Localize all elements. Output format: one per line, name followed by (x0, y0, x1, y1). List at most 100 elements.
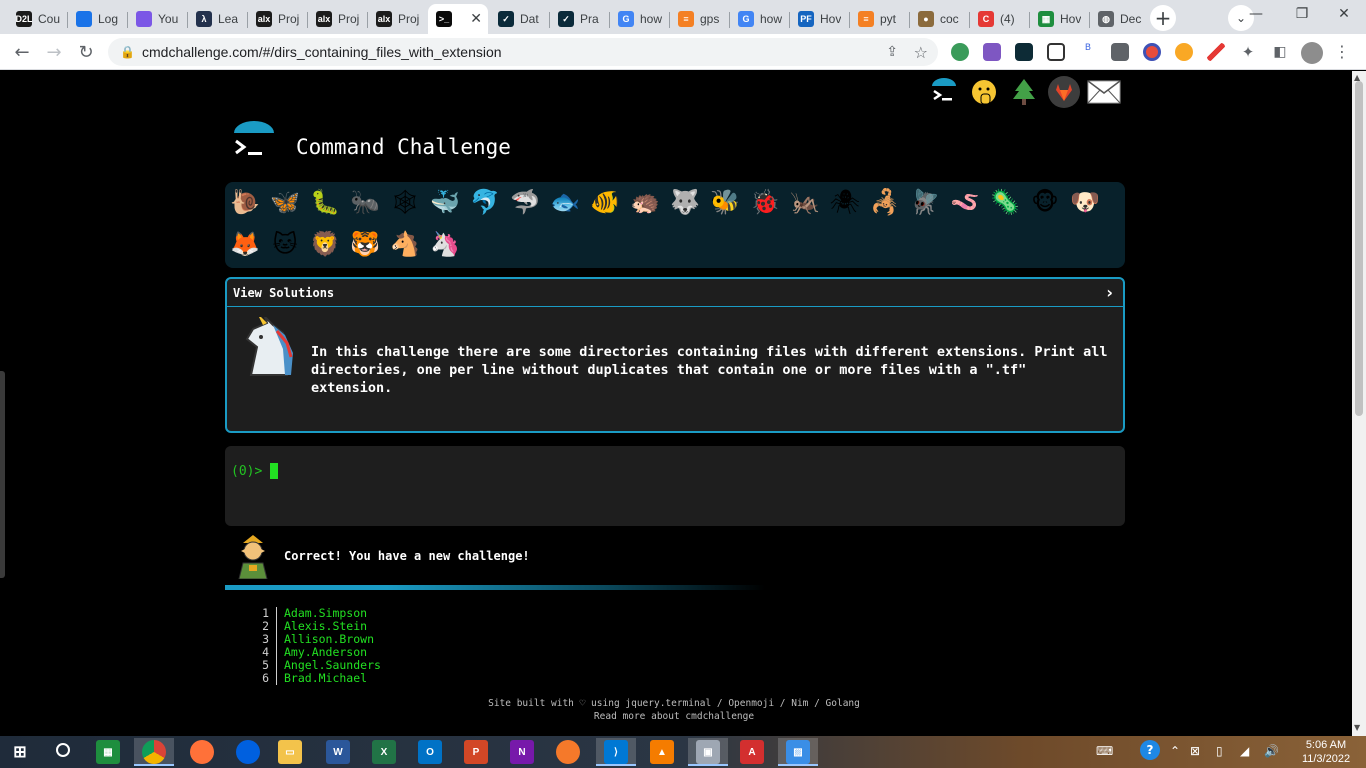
browser-tab[interactable]: alx Proj (248, 4, 308, 34)
extension-orange-icon[interactable] (1175, 43, 1193, 61)
challenge-emoji-icon[interactable]: 🐯 (347, 226, 383, 262)
challenge-emoji-icon[interactable]: 🐴 (387, 226, 423, 262)
side-panel-icon[interactable]: ◧ (1268, 40, 1292, 64)
side-handle[interactable] (0, 371, 5, 578)
bookmark-star-icon[interactable]: ☆ (914, 43, 928, 62)
vlc-app-icon[interactable]: ▲ (650, 740, 674, 764)
scroll-down-icon[interactable]: ▼ (1354, 723, 1360, 732)
extension-color-icon[interactable] (1143, 43, 1161, 61)
chrome-menu-icon[interactable]: ⋮ (1334, 42, 1350, 61)
hand-over-mouth-icon[interactable] (967, 75, 1001, 109)
challenge-emoji-icon[interactable]: 🐶 (1067, 184, 1103, 220)
firefox-app-icon[interactable] (190, 740, 214, 764)
minimize-button[interactable]: — (1234, 0, 1278, 28)
terminal-input-area[interactable]: (0)> (225, 446, 1125, 526)
keyboard-icon[interactable]: ⌨ (1096, 744, 1113, 758)
footer-read-more-link[interactable]: Read more about cmdchallenge (374, 710, 974, 723)
powerpoint-app-icon[interactable]: P (464, 740, 488, 764)
challenge-emoji-icon[interactable]: 🐌 (227, 184, 263, 220)
browser-tab[interactable]: Log (68, 4, 128, 34)
photos-app-icon[interactable]: ▨ (786, 740, 810, 764)
extension-b-icon[interactable]: B (1079, 43, 1097, 61)
challenge-emoji-icon[interactable]: 🐟 (547, 184, 583, 220)
challenge-emoji-icon[interactable]: 🐱 (267, 226, 303, 262)
network-status-icon[interactable]: ⊠ (1190, 744, 1200, 758)
reload-icon[interactable]: ↻ (74, 40, 98, 64)
browser-tab[interactable]: alx Proj (368, 4, 428, 34)
challenge-emoji-icon[interactable]: 🐬 (467, 184, 503, 220)
challenge-emoji-icon[interactable]: 🐳 (427, 184, 463, 220)
browser-tab[interactable]: ≡ gps (670, 4, 730, 34)
challenge-emoji-icon[interactable]: 🦔 (627, 184, 663, 220)
extension-pen-icon[interactable] (1207, 43, 1225, 61)
search-icon[interactable] (56, 743, 70, 757)
maximize-button[interactable]: ❐ (1280, 0, 1324, 28)
extension-globe-icon[interactable] (951, 43, 969, 61)
tray-chevron-icon[interactable]: ⌃ (1170, 744, 1180, 758)
challenge-emoji-icon[interactable]: 🕷 (827, 184, 863, 220)
chevron-right-icon[interactable]: › (1106, 283, 1113, 302)
browser-tab[interactable]: PF Hov (790, 4, 850, 34)
challenge-emoji-icon[interactable]: 🐜 (347, 184, 383, 220)
browser-tab[interactable]: You (128, 4, 188, 34)
vscode-app-icon[interactable]: ⟩ (604, 740, 628, 764)
browser-tab[interactable]: >_ ✕ (428, 4, 488, 34)
challenge-emoji-icon[interactable]: 🦗 (787, 184, 823, 220)
gitlab-icon[interactable] (1047, 75, 1081, 109)
tree-icon[interactable] (1007, 75, 1041, 109)
forward-icon[interactable]: → (42, 40, 66, 64)
challenge-emoji-icon[interactable]: 🪰 (907, 184, 943, 220)
browser-tab[interactable]: ✓ Dat (490, 4, 550, 34)
address-bar[interactable]: 🔒 cmdchallenge.com/#/dirs_containing_fil… (108, 38, 938, 66)
extension-gray-icon[interactable] (1111, 43, 1129, 61)
envelope-icon[interactable] (1087, 75, 1121, 109)
browser-tab[interactable]: ◍ Dec (1090, 4, 1150, 34)
challenge-emoji-icon[interactable]: 🦈 (507, 184, 543, 220)
new-tab-button[interactable]: + (1150, 5, 1176, 31)
challenge-emoji-icon[interactable]: 🐵 (1027, 184, 1063, 220)
terminal-cursor[interactable] (270, 463, 278, 479)
view-solutions-header[interactable]: View Solutions › (227, 279, 1123, 307)
challenge-emoji-icon[interactable]: 🐠 (587, 184, 623, 220)
challenge-emoji-icon[interactable]: 🦄 (427, 226, 463, 262)
close-window-button[interactable]: ✕ (1322, 0, 1366, 28)
browser-tab[interactable]: alx Proj (308, 4, 368, 34)
challenge-emoji-icon[interactable]: 🕸 (387, 184, 423, 220)
browser-tab[interactable]: C (4) (970, 4, 1030, 34)
browser-tab[interactable]: ▦ Hov (1030, 4, 1090, 34)
extension-window-icon[interactable] (1047, 43, 1065, 61)
challenge-emoji-icon[interactable]: 🦠 (987, 184, 1023, 220)
browser-tab[interactable]: Ghow (610, 4, 670, 34)
taskbar-clock[interactable]: 5:06 AM 11/3/2022 (1296, 738, 1356, 766)
chrome-app-icon[interactable] (142, 740, 166, 764)
browser-tab[interactable]: D2L Cou (8, 4, 68, 34)
extensions-puzzle-icon[interactable]: ✦ (1236, 40, 1260, 64)
challenge-emoji-icon[interactable]: 🦁 (307, 226, 343, 262)
browser-tab[interactable]: Ghow (730, 4, 790, 34)
view-solutions-label[interactable]: View Solutions (233, 286, 334, 300)
share-icon[interactable]: ⇪ (886, 44, 898, 60)
scrollbar-thumb[interactable] (1355, 81, 1363, 416)
acrobat-app-icon[interactable]: A (740, 740, 764, 764)
profile-avatar[interactable] (1301, 42, 1323, 64)
url-text[interactable]: cmdchallenge.com/#/dirs_containing_files… (142, 44, 502, 60)
wifi-icon[interactable]: ◢ (1240, 744, 1249, 758)
footer-credits[interactable]: Site built with ♡ using jquery.terminal … (374, 697, 974, 710)
page-scrollbar[interactable]: ▲ ▼ (1352, 71, 1366, 736)
challenge-emoji-icon[interactable]: 🦂 (867, 184, 903, 220)
cmdchallenge-logo-icon[interactable] (927, 75, 961, 109)
challenge-emoji-icon[interactable]: 🐛 (307, 184, 343, 220)
file-explorer-icon[interactable]: ▭ (278, 740, 302, 764)
browser-tab[interactable]: ≡ pyt (850, 4, 910, 34)
challenge-emoji-icon[interactable]: 🦊 (227, 226, 263, 262)
help-icon[interactable]: ? (1140, 740, 1160, 760)
challenge-emoji-icon[interactable]: 🐺 (667, 184, 703, 220)
excel-app-icon[interactable]: X (372, 740, 396, 764)
challenge-emoji-icon[interactable]: 🐝 (707, 184, 743, 220)
onenote-app-icon[interactable]: N (510, 740, 534, 764)
word-app-icon[interactable]: W (326, 740, 350, 764)
battery-icon[interactable]: ▯ (1216, 744, 1223, 758)
volume-icon[interactable]: 🔊 (1264, 744, 1279, 758)
browser-tab[interactable]: ✓ Pra (550, 4, 610, 34)
browser-tab[interactable]: ● coc (910, 4, 970, 34)
